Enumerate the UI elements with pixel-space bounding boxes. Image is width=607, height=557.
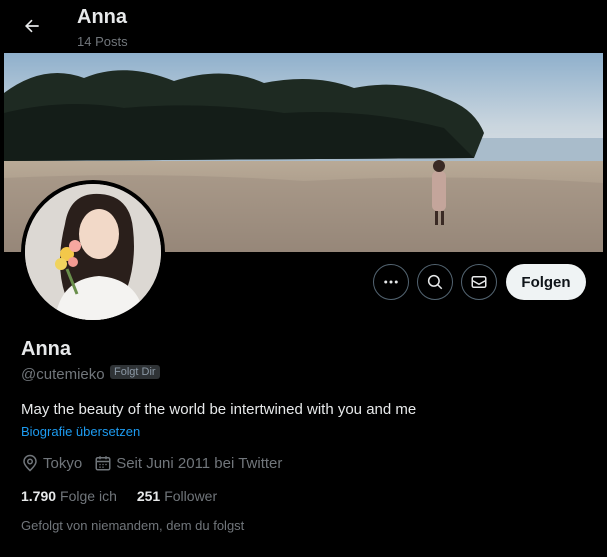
location-text: Tokyo [43, 454, 83, 472]
profile-bio: May the beauty of the world be intertwin… [21, 401, 417, 418]
followers-label: Follower [164, 488, 218, 504]
profile-name: Anna [21, 338, 71, 360]
location-icon [23, 454, 37, 472]
joined-text: Seit Juni 2011 bei Twitter [116, 454, 283, 472]
mail-icon [471, 276, 487, 288]
profile-handle: @cutemieko [21, 366, 105, 383]
follow-counts: 1.790 Folge ich 251 Follower [21, 488, 237, 504]
post-count: 14 Posts [77, 34, 128, 49]
following-label: Folge ich [60, 488, 117, 504]
search-icon [427, 274, 443, 290]
follow-button[interactable]: Folgen [506, 264, 586, 300]
profile-page: Anna 14 Posts Folgen Anna @cutemieko Fol… [4, 0, 603, 557]
header-title: Anna [77, 6, 127, 28]
back-arrow-icon [25, 19, 39, 33]
follows-you-badge: Folgt Dir [110, 365, 160, 379]
following-link[interactable]: 1.790 Folge ich [21, 488, 117, 504]
more-button[interactable] [373, 264, 409, 300]
more-icon [384, 280, 398, 284]
followers-link[interactable]: 251 Follower [137, 488, 217, 504]
search-button[interactable] [417, 264, 453, 300]
translate-bio-link[interactable]: Biografie übersetzen [21, 424, 140, 439]
location: Tokyo [21, 454, 82, 472]
avatar-photo [25, 184, 161, 320]
calendar-icon [95, 456, 111, 471]
avatar[interactable] [21, 180, 165, 324]
message-button[interactable] [461, 264, 497, 300]
joined-date: Seit Juni 2011 bei Twitter [94, 454, 282, 472]
top-bar: Anna 14 Posts [4, 0, 603, 53]
following-count: 1.790 [21, 488, 57, 504]
followed-by-text: Gefolgt von niemandem, dem du folgst [21, 518, 245, 533]
profile-meta: Tokyo Seit Juni 2011 bei Twitter [21, 453, 294, 473]
back-button[interactable] [20, 14, 44, 38]
followers-count: 251 [136, 488, 161, 504]
